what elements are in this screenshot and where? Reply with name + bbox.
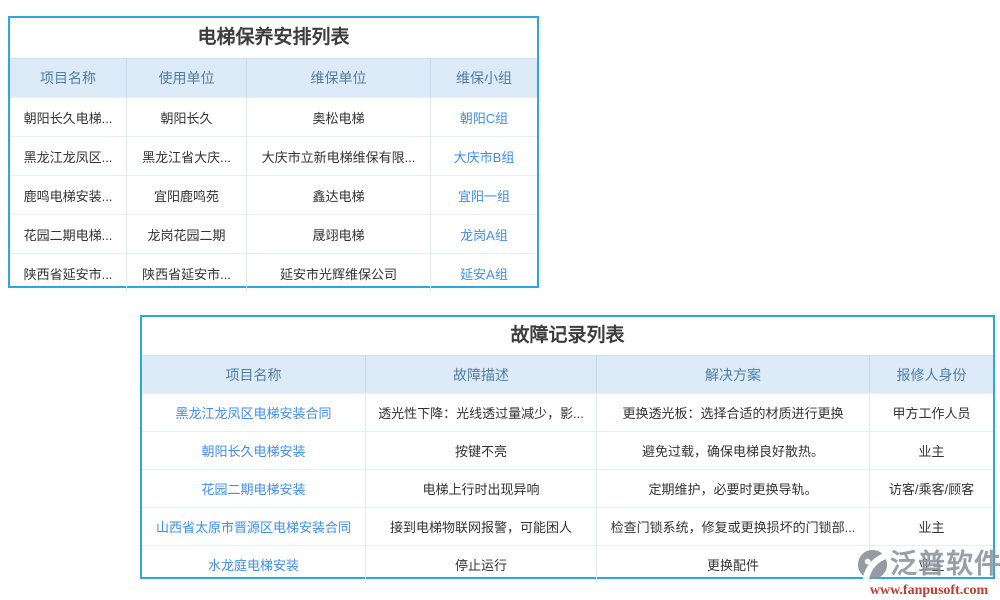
team-link[interactable]: 朝阳C组: [430, 98, 537, 136]
team-link[interactable]: 大庆市B组: [430, 137, 537, 175]
project-link[interactable]: 花园二期电梯安装: [142, 470, 365, 507]
fault-record-table: 故障记录列表 项目名称 故障描述 解决方案 报修人身份 黑龙江龙凤区电梯安装合同…: [140, 315, 995, 579]
header-fault-description: 故障描述: [365, 356, 596, 393]
maintenance-header-row: 项目名称 使用单位 维保单位 维保小组: [10, 58, 537, 97]
cell-maintenance-unit: 鑫达电梯: [246, 176, 430, 214]
fault-table-title: 故障记录列表: [142, 317, 993, 355]
team-link[interactable]: 龙岗A组: [430, 215, 537, 253]
cell-reporter-identity: 业主: [869, 508, 993, 545]
cell-reporter-identity: 访客/乘客/顾客: [869, 470, 993, 507]
cell-solution: 更换透光板：选择合适的材质进行更换: [596, 394, 869, 431]
cell-fault-description: 停止运行: [365, 546, 596, 583]
cell-maintenance-unit: 大庆市立新电梯维保有限...: [246, 137, 430, 175]
fault-header-row: 项目名称 故障描述 解决方案 报修人身份: [142, 355, 993, 393]
table-row: 朝阳长久电梯安装 按键不亮 避免过载，确保电梯良好散热。 业主: [142, 431, 993, 469]
team-link[interactable]: 宜阳一组: [430, 176, 537, 214]
cell-maintenance-unit: 晟翊电梯: [246, 215, 430, 253]
cell-using-unit: 宜阳鹿鸣苑: [126, 176, 246, 214]
maintenance-table-title: 电梯保养安排列表: [10, 18, 537, 58]
cell-maintenance-unit: 奥松电梯: [246, 98, 430, 136]
project-link[interactable]: 山西省太原市晋源区电梯安装合同: [142, 508, 365, 545]
cell-project-name: 花园二期电梯...: [10, 215, 126, 253]
header-project-name: 项目名称: [142, 356, 365, 393]
maintenance-schedule-table: 电梯保养安排列表 项目名称 使用单位 维保单位 维保小组 朝阳长久电梯... 朝…: [8, 16, 539, 288]
cell-fault-description: 按键不亮: [365, 432, 596, 469]
header-maintenance-unit: 维保单位: [246, 59, 430, 97]
watermark-brand-text: 泛普软件: [890, 548, 1000, 581]
fanpu-logo-icon: [856, 548, 889, 581]
cell-fault-description: 接到电梯物联网报警，可能困人: [365, 508, 596, 545]
team-link[interactable]: 延安A组: [430, 254, 537, 292]
watermark-url-text: www.fanpusoft.com: [856, 583, 1000, 598]
cell-solution: 避免过载，确保电梯良好散热。: [596, 432, 869, 469]
cell-solution: 检查门锁系统，修复或更换损坏的门锁部...: [596, 508, 869, 545]
header-reporter-identity: 报修人身份: [869, 356, 993, 393]
cell-project-name: 鹿鸣电梯安装...: [10, 176, 126, 214]
cell-using-unit: 陕西省延安市...: [126, 254, 246, 292]
table-row: 花园二期电梯... 龙岗花园二期 晟翊电梯 龙岗A组: [10, 214, 537, 253]
table-row: 黑龙江龙凤区电梯安装合同 透光性下降：光线透过量减少，影... 更换透光板：选择…: [142, 393, 993, 431]
cell-fault-description: 透光性下降：光线透过量减少，影...: [365, 394, 596, 431]
header-maintenance-team: 维保小组: [430, 59, 537, 97]
cell-solution: 更换配件: [596, 546, 869, 583]
table-row: 黑龙江龙凤区... 黑龙江省大庆... 大庆市立新电梯维保有限... 大庆市B组: [10, 136, 537, 175]
table-row: 陕西省延安市... 陕西省延安市... 延安市光辉维保公司 延安A组: [10, 253, 537, 292]
cell-reporter-identity: 甲方工作人员: [869, 394, 993, 431]
table-row: 朝阳长久电梯... 朝阳长久 奥松电梯 朝阳C组: [10, 97, 537, 136]
cell-using-unit: 龙岗花园二期: [126, 215, 246, 253]
cell-project-name: 陕西省延安市...: [10, 254, 126, 292]
cell-maintenance-unit: 延安市光辉维保公司: [246, 254, 430, 292]
project-link[interactable]: 朝阳长久电梯安装: [142, 432, 365, 469]
cell-using-unit: 黑龙江省大庆...: [126, 137, 246, 175]
vendor-watermark: 泛普软件 www.fanpusoft.com: [856, 546, 1000, 598]
cell-reporter-identity: 业主: [869, 432, 993, 469]
table-row: 花园二期电梯安装 电梯上行时出现异响 定期维护，必要时更换导轨。 访客/乘客/顾…: [142, 469, 993, 507]
header-using-unit: 使用单位: [126, 59, 246, 97]
header-solution: 解决方案: [596, 356, 869, 393]
header-project-name: 项目名称: [10, 59, 126, 97]
cell-fault-description: 电梯上行时出现异响: [365, 470, 596, 507]
cell-solution: 定期维护，必要时更换导轨。: [596, 470, 869, 507]
cell-project-name: 黑龙江龙凤区...: [10, 137, 126, 175]
table-row: 山西省太原市晋源区电梯安装合同 接到电梯物联网报警，可能困人 检查门锁系统，修复…: [142, 507, 993, 545]
project-link[interactable]: 水龙庭电梯安装: [142, 546, 365, 583]
cell-project-name: 朝阳长久电梯...: [10, 98, 126, 136]
cell-using-unit: 朝阳长久: [126, 98, 246, 136]
table-row: 鹿鸣电梯安装... 宜阳鹿鸣苑 鑫达电梯 宜阳一组: [10, 175, 537, 214]
project-link[interactable]: 黑龙江龙凤区电梯安装合同: [142, 394, 365, 431]
